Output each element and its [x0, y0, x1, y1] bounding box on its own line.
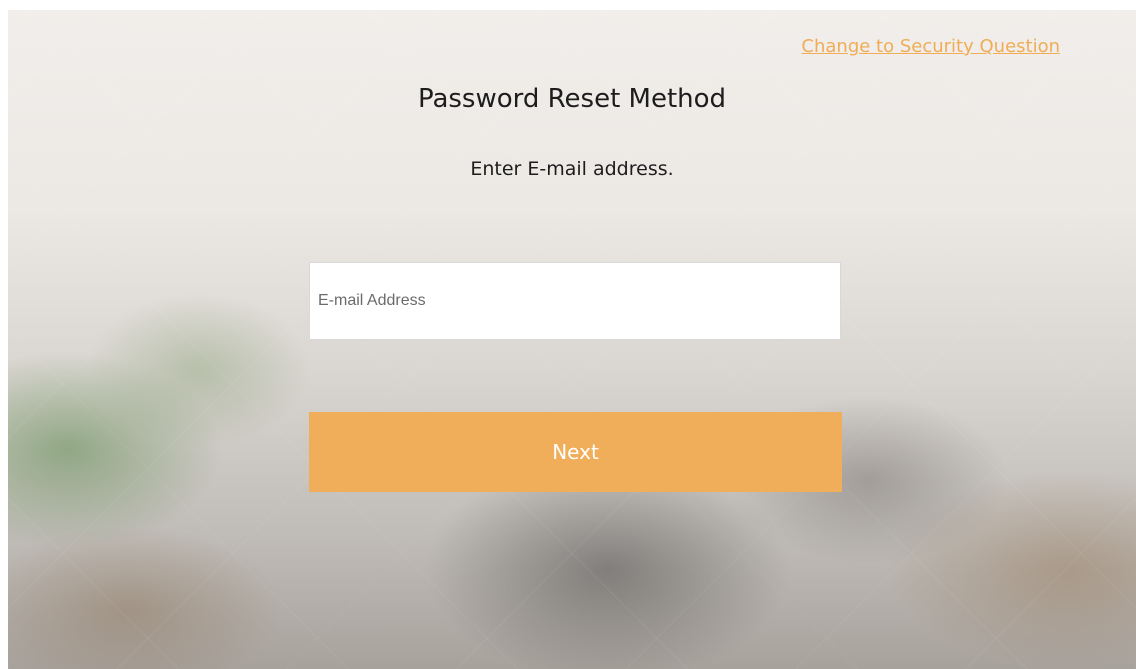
next-button[interactable]: Next	[309, 412, 842, 492]
page-title: Password Reset Method	[417, 84, 727, 114]
email-field[interactable]	[309, 262, 841, 340]
change-to-security-question-link[interactable]: Change to Security Question	[801, 36, 1060, 57]
instruction-text: Enter E-mail address.	[470, 158, 674, 180]
password-reset-screen: Change to Security Question Password Res…	[8, 10, 1136, 669]
